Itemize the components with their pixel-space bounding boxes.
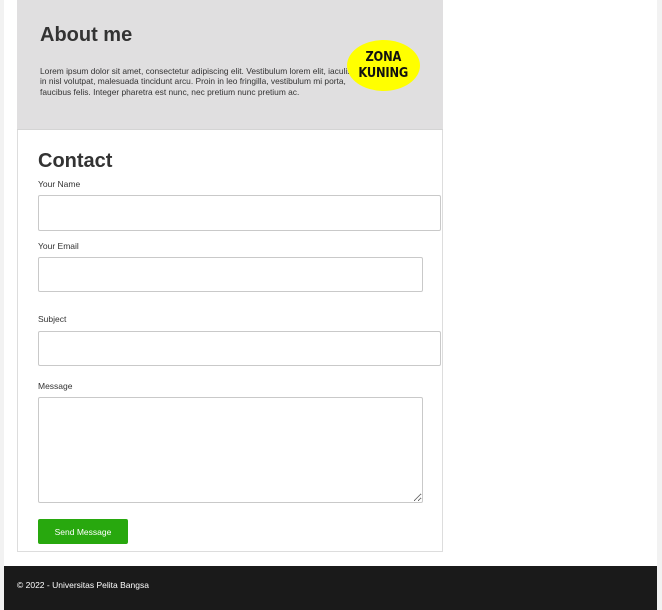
contact-title: Contact [38,150,113,172]
message-textarea[interactable] [38,397,423,503]
name-input[interactable] [38,195,441,231]
subject-label: Subject [38,314,67,324]
about-description: Lorem ipsum dolor sit amet, consectetur … [40,66,352,97]
send-message-button[interactable]: Send Message [38,519,128,544]
zona-kuning-logo: ZONA KUNING [347,40,420,91]
about-title: About me [40,24,133,46]
page: About me Lorem ipsum dolor sit amet, con… [0,0,662,610]
subject-input[interactable] [38,331,441,366]
name-label: Your Name [38,179,81,189]
message-label: Message [38,381,73,391]
logo-line-kuning: KUNING [358,65,409,81]
email-input[interactable] [38,257,423,292]
email-label: Your Email [38,241,79,251]
logo-line-zona: ZONA [365,49,402,65]
footer-copyright: © 2022 - Universitas Pelita Bangsa [17,580,149,590]
footer: © 2022 - Universitas Pelita Bangsa [4,566,657,610]
